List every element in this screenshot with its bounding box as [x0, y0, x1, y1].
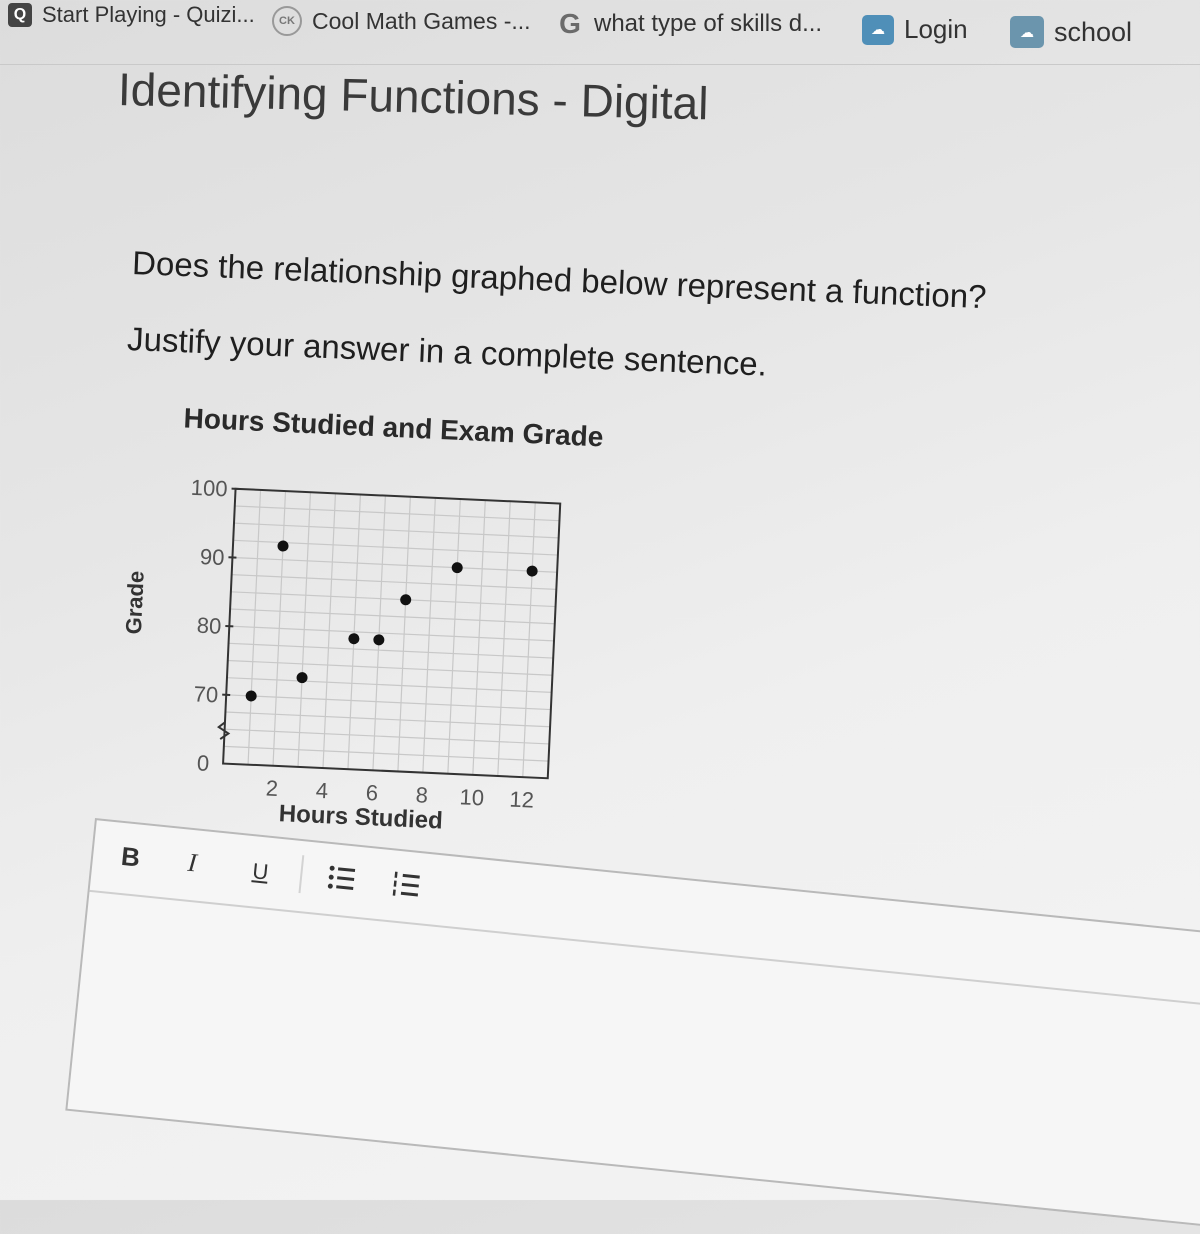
bulleted-list-icon[interactable] — [326, 862, 357, 895]
bookmark-quizizz[interactable]: Q Start Playing - Quizi... — [8, 2, 255, 28]
bookmark-label: what type of skills d... — [594, 10, 822, 38]
bookmark-label: Login — [904, 14, 968, 45]
y-tick-label: 70 — [193, 681, 219, 707]
y-axis-label: Grade — [121, 570, 149, 635]
bold-button[interactable]: B — [120, 841, 142, 874]
data-point — [451, 562, 462, 573]
grid-line — [231, 592, 556, 607]
grid-line — [229, 626, 554, 641]
bookmark-google-search[interactable]: G what type of skills d... — [556, 10, 822, 38]
y-tick-label: 80 — [196, 613, 222, 639]
grid-line — [234, 523, 559, 538]
quizizz-icon: Q — [8, 3, 32, 27]
ck12-icon: CK — [272, 6, 302, 36]
grid-line — [225, 729, 550, 744]
grid-line — [229, 643, 554, 658]
bookmark-label: Cool Math Games -... — [312, 8, 531, 35]
data-point — [400, 594, 411, 605]
bookmark-label: Start Playing - Quizi... — [42, 2, 255, 28]
data-point — [245, 690, 256, 701]
cloud-icon: ☁ — [862, 15, 894, 45]
grid-line — [227, 678, 552, 693]
grid-line — [224, 746, 549, 761]
underline-button[interactable]: U — [251, 858, 269, 885]
grid-line — [232, 575, 557, 590]
grid-line — [232, 557, 557, 572]
x-tick-label: 6 — [365, 780, 378, 806]
x-tick-label: 8 — [415, 782, 428, 808]
grid-line — [235, 506, 560, 521]
x-tick-label: 2 — [265, 775, 278, 801]
chart-title: Hours Studied and Exam Grade — [183, 402, 604, 452]
axis-break-mark — [218, 722, 229, 739]
data-point — [373, 634, 384, 645]
grid-line — [225, 712, 550, 727]
question-text: Does the relationship graphed below repr… — [131, 244, 987, 316]
answer-editor: B I U — [65, 818, 1200, 1234]
data-point — [348, 633, 359, 644]
chart-grid — [223, 489, 560, 778]
x-tick-label: 4 — [315, 778, 328, 804]
bookmarks-bar: Q Start Playing - Quizi... CK Cool Math … — [0, 0, 1200, 65]
bookmark-label: school — [1054, 17, 1132, 48]
numbered-list-icon[interactable] — [390, 868, 421, 901]
origin-tick-label: 0 — [196, 750, 209, 776]
italic-button[interactable]: I — [186, 848, 198, 879]
chart-points — [245, 539, 538, 714]
bookmark-school[interactable]: ☁ school — [1010, 16, 1132, 48]
scatter-chart: Hours Studied and Exam Grade 100 90 80 70 0 2… — [89, 388, 669, 873]
data-point — [526, 565, 537, 576]
grid-line — [230, 609, 555, 624]
grid-line — [226, 695, 551, 710]
bookmark-login[interactable]: ☁ Login — [862, 14, 968, 45]
cloud-icon: ☁ — [1010, 16, 1044, 48]
instruction-text: Justify your answer in a complete senten… — [126, 320, 767, 384]
grid-line — [228, 660, 553, 675]
toolbar-divider — [298, 855, 304, 893]
x-tick-label: 10 — [459, 784, 485, 810]
bookmark-coolmath[interactable]: CK Cool Math Games -... — [272, 6, 531, 36]
page-title: Identifying Functions - Digital — [117, 62, 709, 130]
y-tick-label: 90 — [199, 544, 225, 570]
x-tick-label: 12 — [509, 787, 535, 813]
google-icon: G — [556, 10, 584, 38]
y-tick-label: 100 — [190, 475, 228, 502]
